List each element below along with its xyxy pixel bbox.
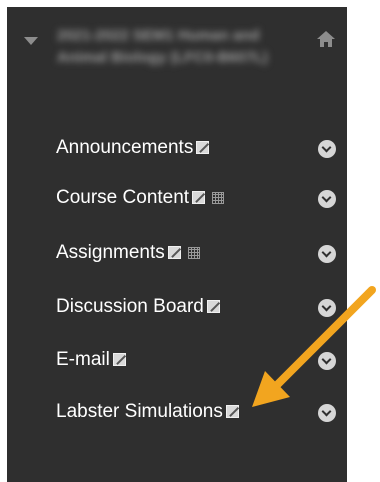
edit-icon[interactable] <box>206 300 220 313</box>
edit-icon[interactable] <box>112 353 126 366</box>
menu-item-label[interactable]: Assignments <box>56 242 165 263</box>
grid-icon <box>212 192 225 204</box>
menu-item-label[interactable]: E-mail <box>56 349 110 370</box>
caret-down-icon[interactable] <box>24 37 38 45</box>
menu-item-label[interactable]: Labster Simulations <box>56 401 223 422</box>
menu-item-label[interactable]: Discussion Board <box>56 296 204 317</box>
chevron-down-icon[interactable] <box>318 190 336 208</box>
course-header: 2021-2022 SEM1 Human and Animal Biology … <box>7 7 347 107</box>
edit-icon[interactable] <box>167 246 181 259</box>
menu-item-label[interactable]: Course Content <box>56 187 189 208</box>
menu-item-labster-simulations[interactable]: Labster Simulations <box>7 392 347 432</box>
menu-item-course-content[interactable]: Course Content <box>7 178 347 218</box>
chevron-down-icon[interactable] <box>318 352 336 370</box>
menu-item-discussion-board[interactable]: Discussion Board <box>7 287 347 327</box>
chevron-down-icon[interactable] <box>318 404 336 422</box>
edit-icon[interactable] <box>192 191 206 204</box>
chevron-down-icon[interactable] <box>318 299 336 317</box>
edit-icon[interactable] <box>225 405 239 418</box>
edit-icon[interactable] <box>196 141 210 154</box>
menu-item-assignments[interactable]: Assignments <box>7 233 347 273</box>
menu-item-announcements[interactable]: Announcements <box>7 128 347 168</box>
course-menu-panel: 2021-2022 SEM1 Human and Animal Biology … <box>7 7 347 482</box>
course-title[interactable]: 2021-2022 SEM1 Human and Animal Biology … <box>57 25 307 69</box>
menu-item-label[interactable]: Announcements <box>56 137 193 158</box>
chevron-down-icon[interactable] <box>318 140 336 158</box>
grid-icon <box>187 247 200 259</box>
chevron-down-icon[interactable] <box>318 245 336 263</box>
menu-item-email[interactable]: E-mail <box>7 340 347 380</box>
home-icon[interactable] <box>316 29 336 49</box>
